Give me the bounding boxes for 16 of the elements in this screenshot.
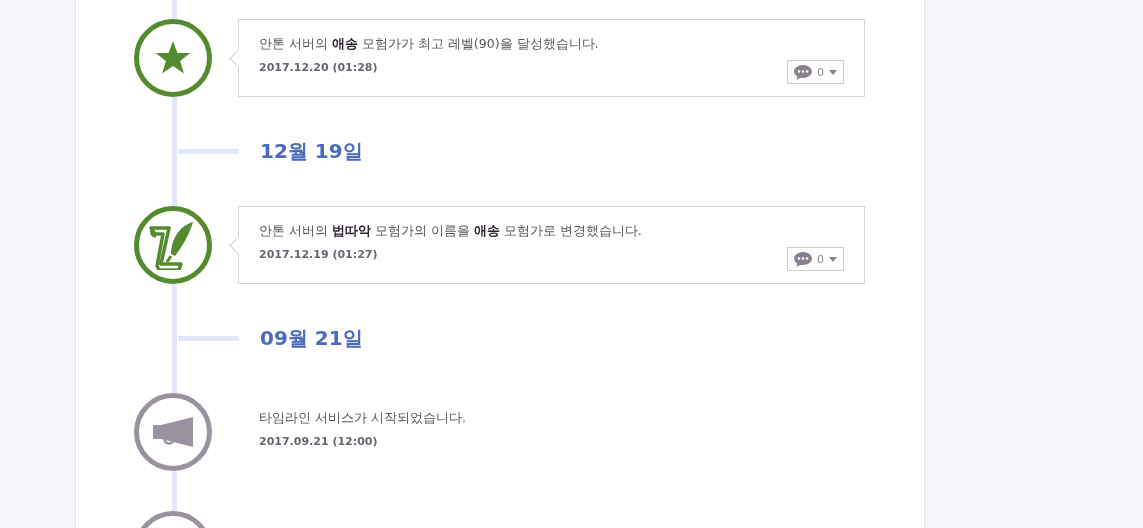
- event-text: 타임라인 서비스가 시작되었습니다.: [259, 410, 466, 427]
- event-time: 2017.12.20 (01:28): [259, 61, 378, 74]
- date-heading: 12월 19일: [260, 138, 363, 165]
- event-time: 2017.09.21 (12:00): [259, 435, 378, 448]
- speech-bubble-icon: [794, 251, 812, 267]
- caret-icon: [829, 256, 837, 262]
- comment-button[interactable]: 0: [787, 247, 844, 271]
- event-text: 안톤 서버의 법따악 모험가의 이름을 애송 모험가로 변경했습니다.: [259, 223, 642, 240]
- speech-bubble-icon: [794, 64, 812, 80]
- star-icon: [155, 41, 191, 75]
- date-heading: 09월 21일: [260, 325, 363, 352]
- comment-button[interactable]: 0: [787, 60, 844, 84]
- caret-icon: [829, 69, 837, 75]
- event-text: 안톤 서버의 애송 모험가가 최고 레벨(90)을 달성했습니다.: [259, 36, 599, 53]
- event-time: 2017.12.19 (01:27): [259, 248, 378, 261]
- megaphone-icon: [153, 417, 193, 447]
